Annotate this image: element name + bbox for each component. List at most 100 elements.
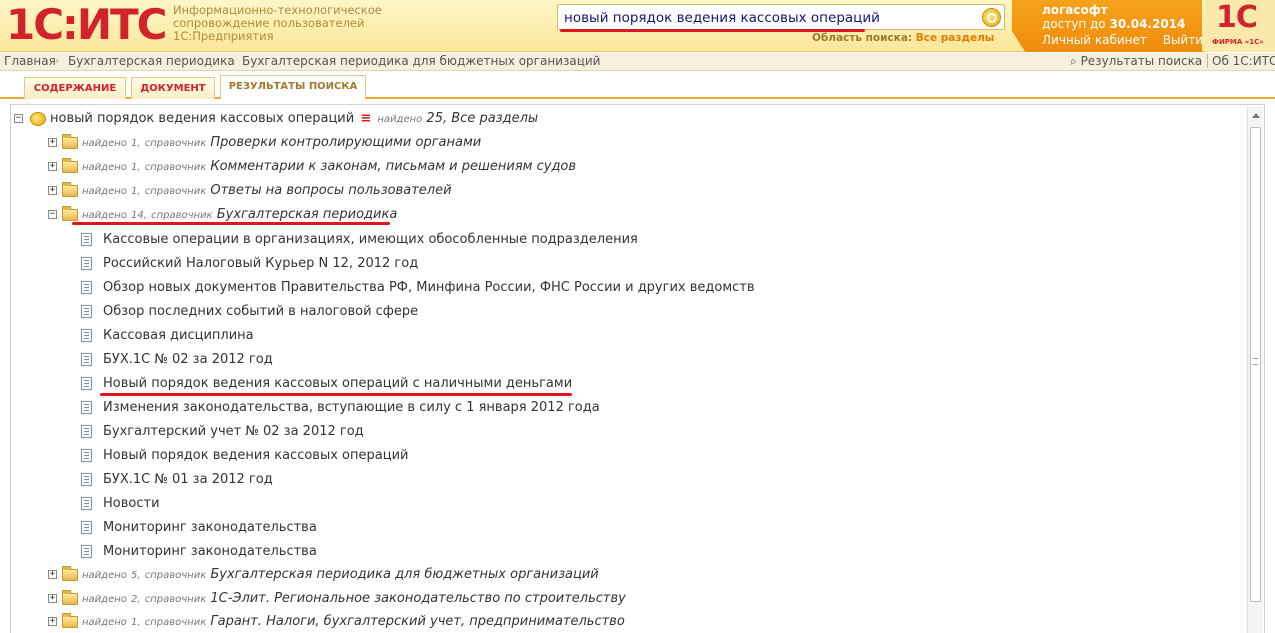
document-title[interactable]: Новости [103, 496, 160, 511]
breadcrumb-home[interactable]: Главная [4, 54, 56, 68]
user-name: логасофт [1042, 3, 1108, 17]
root-label: новый порядок ведения кассовых операций … [50, 111, 538, 126]
document-title[interactable]: БУХ.1С № 01 за 2012 год [103, 472, 273, 487]
expand-icon[interactable]: + [48, 617, 57, 626]
group-name: Бухгалтерская периодика [216, 207, 398, 222]
about-link[interactable]: Об 1С:ИТС [1207, 54, 1275, 68]
document-icon [81, 281, 92, 294]
document-icon [81, 377, 92, 390]
document-icon [81, 305, 92, 318]
group-name: Бухгалтерская периодика для бюджетных ор… [210, 567, 599, 582]
personal-cabinet-link[interactable]: Личный кабинет [1042, 33, 1147, 47]
document-icon [81, 449, 92, 462]
group-label: найдено 14, справочник Бухгалтерская пер… [82, 207, 397, 222]
type-label: справочник [144, 186, 207, 197]
root-found-label: найдено [377, 114, 423, 125]
chevron-right-icon: › [578, 54, 583, 67]
collapse-icon[interactable]: − [48, 210, 57, 219]
search-area-value[interactable]: Все разделы [916, 32, 995, 44]
access-label: доступ до [1042, 17, 1106, 31]
search-results-label: Результаты поиска [1080, 54, 1203, 68]
document-title[interactable]: Обзор последних событий в налоговой сфер… [103, 304, 418, 319]
document-icon [81, 473, 92, 486]
expand-icon[interactable]: + [48, 570, 57, 579]
document-icon [81, 497, 92, 510]
expand-icon[interactable]: + [48, 138, 57, 147]
group-label: найдено 5, справочник Бухгалтерская пери… [82, 567, 599, 582]
folder-icon [62, 158, 78, 173]
group-label: найдено 1, справочник Проверки контролир… [82, 135, 481, 150]
document-icon [81, 233, 92, 246]
logout-link[interactable]: Выйти [1163, 33, 1203, 47]
document-icon [81, 401, 92, 414]
search-results-link[interactable]: ⌕ Результаты поиска [1070, 54, 1202, 69]
found-label: найдено [82, 138, 127, 149]
document-title[interactable]: Обзор новых документов Правительства РФ,… [103, 280, 755, 295]
expand-icon[interactable]: + [48, 186, 57, 195]
scroll-thumb[interactable] [1250, 127, 1261, 602]
found-label: найдено [82, 570, 127, 581]
root-query: новый порядок ведения кассовых операций [50, 111, 355, 126]
document-icon [81, 257, 92, 270]
group-count: 1, [131, 138, 141, 149]
document-title[interactable]: Изменения законодательства, вступающие в… [103, 400, 600, 415]
group-count: 1, [131, 162, 141, 173]
its-logo[interactable]: 1С:ИТС [6, 2, 167, 48]
root-count: 25, [426, 111, 448, 126]
document-icon [81, 521, 92, 534]
type-label: справочник [144, 617, 207, 628]
group-name: Проверки контролирующими органами [210, 135, 482, 150]
folder-icon [62, 613, 78, 628]
menu-lines-icon[interactable]: ≡ [360, 111, 371, 126]
folder-icon [62, 566, 78, 581]
breadcrumb-item[interactable]: Бухгалтерская периодика [68, 54, 235, 68]
chevron-right-icon: › [227, 54, 232, 67]
firm-1c-logo[interactable]: 1С [1216, 2, 1258, 34]
group-label: найдено 1, справочник Комментарии к зако… [82, 159, 576, 174]
document-title[interactable]: Бухгалтерский учет № 02 за 2012 год [103, 424, 364, 439]
found-label: найдено [82, 186, 127, 197]
group-name: Комментарии к законам, письмам и решения… [210, 159, 577, 174]
scroll-up-icon[interactable] [1252, 113, 1260, 118]
firm-1c-caption: ФИРМА «1С» [1212, 38, 1264, 46]
type-label: справочник [144, 162, 207, 173]
collapse-icon[interactable]: − [14, 114, 23, 123]
document-title[interactable]: БУХ.1С № 02 за 2012 год [103, 352, 273, 367]
group-count: 5, [131, 570, 141, 581]
document-title[interactable]: Новый порядок ведения кассовых операций … [103, 376, 572, 391]
found-label: найдено [82, 594, 127, 605]
group-count: 1, [131, 186, 141, 197]
document-title[interactable]: Кассовая дисциплина [103, 328, 254, 343]
expand-icon[interactable]: + [48, 594, 57, 603]
folder-icon [62, 206, 78, 221]
vertical-scrollbar[interactable] [1247, 107, 1263, 633]
access-info: доступ до 30.04.2014 [1042, 17, 1185, 31]
user-links: Личный кабинет Выйти [1042, 33, 1215, 47]
group-name: 1С-Элит. Региональное законодательство п… [210, 591, 626, 606]
group-count: 1, [131, 617, 141, 628]
grip-icon [1253, 358, 1258, 365]
group-label: найдено 2, справочник 1С-Элит. Региональ… [82, 591, 626, 606]
tab-contents[interactable]: СОДЕРЖАНИЕ [24, 77, 126, 99]
type-label: справочник [144, 570, 207, 581]
type-label: справочник [144, 594, 207, 605]
group-label: найдено 1, справочник Гарант. Налоги, бу… [82, 614, 625, 629]
document-title[interactable]: Российский Налоговый Курьер N 12, 2012 г… [103, 256, 418, 271]
group-name: Гарант. Налоги, бухгалтерский учет, пред… [210, 614, 625, 629]
type-label: справочник [151, 210, 213, 221]
found-label: найдено [82, 210, 127, 221]
magnifier-icon: ⌕ [1070, 54, 1077, 68]
expand-icon[interactable]: + [48, 162, 57, 171]
document-icon [81, 353, 92, 366]
document-icon [81, 329, 92, 342]
breadcrumb-item[interactable]: Бухгалтерская периодика для бюджетных ор… [242, 54, 600, 68]
group-count: 14, [131, 210, 147, 221]
tab-search-results[interactable]: РЕЗУЛЬТАТЫ ПОИСКА [220, 75, 366, 99]
search-icon[interactable] [982, 8, 1001, 27]
document-title[interactable]: Мониторинг законодательства [103, 520, 317, 535]
search-input[interactable] [564, 8, 974, 27]
tab-document[interactable]: ДОКУМЕНТ [131, 77, 215, 99]
document-title[interactable]: Новый порядок ведения кассовых операций [103, 448, 408, 463]
document-title[interactable]: Мониторинг законодательства [103, 544, 317, 559]
document-title[interactable]: Кассовые операции в организациях, имеющи… [103, 232, 638, 247]
